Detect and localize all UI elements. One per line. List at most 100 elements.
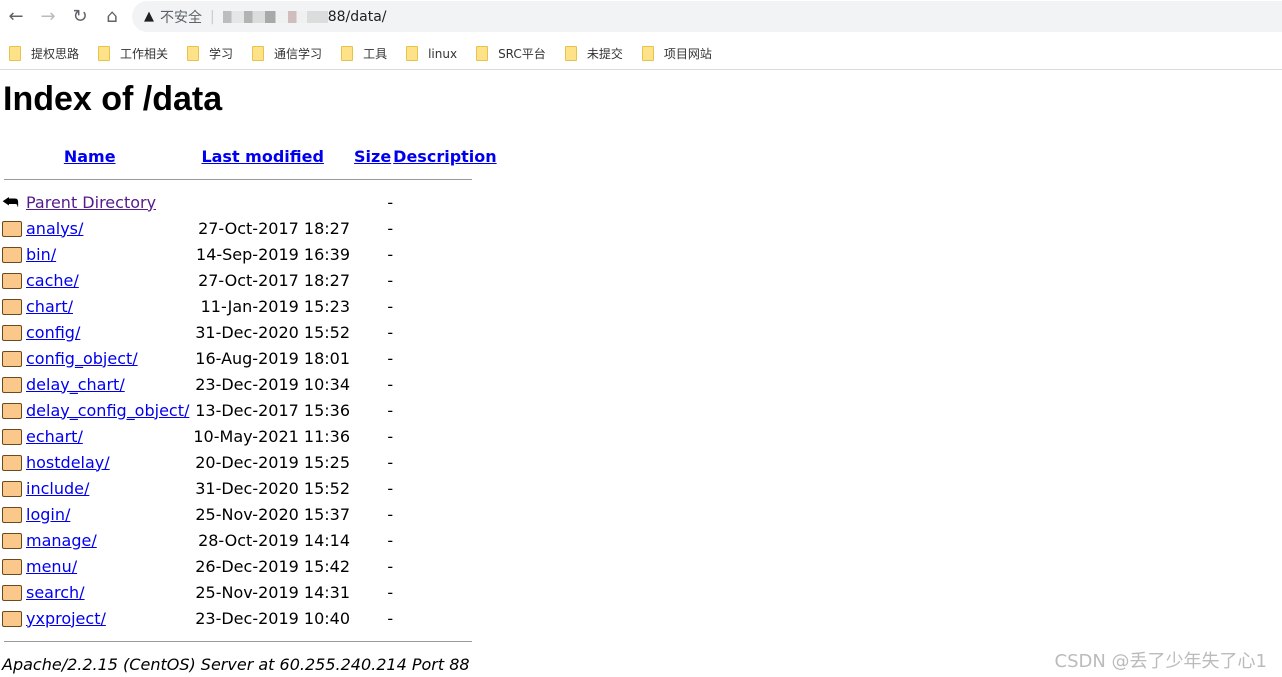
folder-link[interactable]: delay_config_object/ — [26, 401, 189, 420]
folder-link[interactable]: config/ — [26, 323, 80, 342]
last-modified: 26-Dec-2019 15:42 — [195, 556, 350, 576]
table-row: delay_chart/ 23-Dec-2019 10:34 - — [2, 371, 497, 397]
size: - — [387, 192, 394, 212]
reload-icon[interactable]: ↻ — [64, 6, 96, 27]
table-row: ⮪ Parent Directory - — [2, 189, 497, 215]
size: - — [387, 244, 394, 264]
folder-link[interactable]: chart/ — [26, 297, 73, 316]
last-modified: 16-Aug-2019 18:01 — [195, 348, 350, 368]
size: - — [387, 556, 394, 576]
sort-size-link[interactable]: Size — [354, 147, 391, 166]
folder-icon — [2, 273, 22, 289]
folder-icon — [2, 221, 22, 237]
folder-icon — [9, 46, 21, 61]
table-row: menu/ 26-Dec-2019 15:42 - — [2, 553, 497, 579]
size: - — [387, 530, 394, 550]
table-row: analys/ 27-Oct-2017 18:27 - — [2, 215, 497, 241]
folder-icon — [641, 46, 654, 61]
table-row: cache/ 27-Oct-2017 18:27 - — [2, 267, 497, 293]
security-label: 不安全 — [160, 9, 202, 26]
folder-link[interactable]: analys/ — [26, 219, 83, 238]
folder-icon — [2, 403, 22, 419]
table-row: search/ 25-Nov-2019 14:31 - — [2, 579, 497, 605]
folder-icon — [2, 351, 22, 367]
address-bar[interactable]: ▲ 不安全 | 88/data/ — [132, 1, 1282, 32]
folder-icon — [2, 559, 22, 575]
bookmark-label: SRC平台 — [498, 47, 546, 61]
size: - — [387, 348, 394, 368]
table-row: manage/ 28-Oct-2019 14:14 - — [2, 527, 497, 553]
folder-icon — [2, 585, 22, 601]
last-modified: 28-Oct-2019 14:14 — [198, 530, 350, 550]
folder-link[interactable]: search/ — [26, 583, 85, 602]
bookmark-folder[interactable]: 提权思路 — [9, 45, 79, 62]
last-modified: 31-Dec-2020 15:52 — [195, 478, 350, 498]
size: - — [387, 296, 394, 316]
size: - — [387, 504, 394, 524]
folder-icon — [187, 46, 200, 61]
folder-icon — [476, 46, 489, 61]
table-row: delay_config_object/ 13-Dec-2017 15:36 - — [2, 397, 497, 423]
bookmark-label: 项目网站 — [663, 47, 712, 61]
bookmark-folder[interactable]: 学习 — [187, 45, 233, 62]
bookmark-folder[interactable]: linux — [406, 46, 457, 61]
bookmark-label: 提权思路 — [31, 47, 80, 61]
folder-link[interactable]: hostdelay/ — [26, 453, 110, 472]
table-row: bin/ 14-Sep-2019 16:39 - — [2, 241, 497, 267]
folder-icon — [2, 429, 22, 445]
size: - — [387, 322, 394, 342]
bookmark-folder[interactable]: 工作相关 — [98, 45, 168, 62]
bookmark-label: 工作相关 — [120, 47, 169, 61]
parent-directory-link[interactable]: Parent Directory — [26, 193, 156, 212]
size: - — [387, 452, 394, 472]
size: - — [387, 374, 394, 394]
folder-link[interactable]: delay_chart/ — [26, 375, 125, 394]
folder-link[interactable]: config_object/ — [26, 349, 138, 368]
folder-link[interactable]: login/ — [26, 505, 70, 524]
folder-link[interactable]: echart/ — [26, 427, 83, 446]
table-row: config_object/ 16-Aug-2019 18:01 - — [2, 345, 497, 371]
table-row: chart/ 11-Jan-2019 15:23 - — [2, 293, 497, 319]
last-modified: 25-Nov-2019 14:31 — [195, 582, 350, 602]
last-modified: 27-Oct-2017 18:27 — [198, 218, 350, 238]
back-icon[interactable]: ← — [0, 6, 32, 27]
folder-icon — [2, 299, 22, 315]
size: - — [387, 400, 394, 420]
folder-icon — [2, 507, 22, 523]
table-row: include/ 31-Dec-2020 15:52 - — [2, 475, 497, 501]
bookmark-folder[interactable]: 工具 — [341, 45, 387, 62]
folder-link[interactable]: include/ — [26, 479, 89, 498]
sort-name-link[interactable]: Name — [64, 147, 116, 166]
bookmark-folder[interactable]: SRC平台 — [476, 45, 546, 62]
folder-link[interactable]: cache/ — [26, 271, 79, 290]
divider — [4, 641, 472, 642]
bookmark-folder[interactable]: 项目网站 — [641, 45, 712, 62]
bookmark-folder[interactable]: 未提交 — [564, 45, 623, 62]
icon-header — [2, 143, 24, 169]
home-icon[interactable]: ⌂ — [96, 6, 128, 27]
warning-icon: ▲ — [144, 9, 154, 24]
last-modified: 10-May-2021 11:36 — [193, 426, 350, 446]
sort-description-link[interactable]: Description — [393, 147, 496, 166]
directory-listing: Name Last modified Size Description ⮪ Pa… — [2, 143, 497, 631]
forward-icon[interactable]: → — [32, 6, 64, 27]
last-modified: 11-Jan-2019 15:23 — [200, 296, 350, 316]
size: - — [387, 218, 394, 238]
folder-icon — [341, 46, 354, 61]
bookmark-label: 通信学习 — [274, 47, 323, 61]
bookmark-label: 未提交 — [586, 47, 623, 61]
last-modified: 13-Dec-2017 15:36 — [195, 400, 350, 420]
bookmark-label: 学习 — [209, 47, 234, 61]
size: - — [387, 478, 394, 498]
folder-icon — [564, 46, 577, 61]
folder-icon — [2, 377, 22, 393]
folder-link[interactable]: bin/ — [26, 245, 56, 264]
bookmark-folder[interactable]: 通信学习 — [252, 45, 322, 62]
folder-link[interactable]: manage/ — [26, 531, 97, 550]
folder-link[interactable]: menu/ — [26, 557, 77, 576]
folder-icon — [2, 481, 22, 497]
sort-modified-link[interactable]: Last modified — [201, 147, 324, 166]
url-text: 88/data/ — [327, 8, 387, 25]
folder-link[interactable]: yxproject/ — [26, 609, 106, 628]
page-title: Index of /data — [3, 80, 223, 118]
